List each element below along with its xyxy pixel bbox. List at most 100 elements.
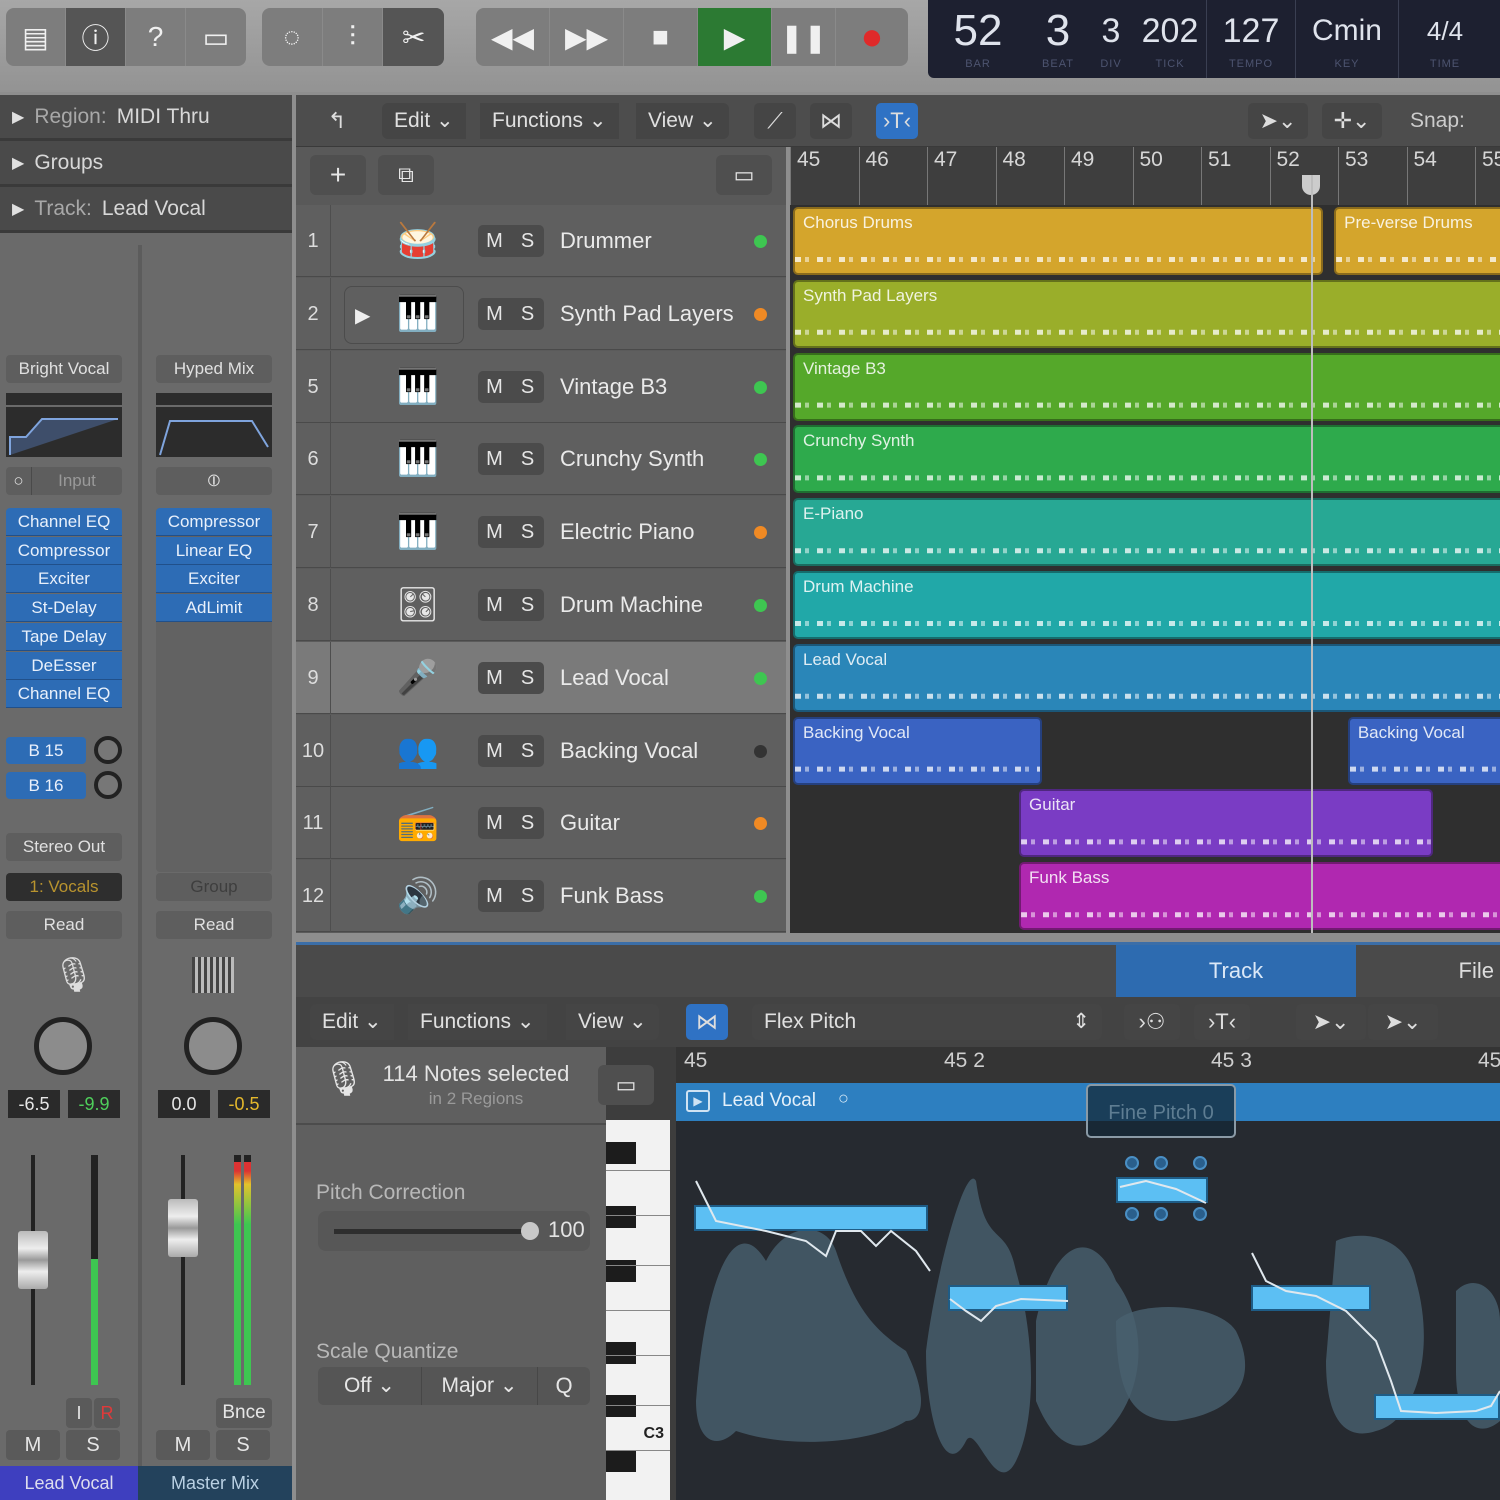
input-monitor-button[interactable]: I [66,1398,92,1428]
track-solo-button[interactable]: S [511,880,544,912]
inspector-button[interactable]: ⓘ [66,8,126,66]
pointer-tool-icon[interactable]: ➤⌄ [1248,103,1308,139]
pitch-handle[interactable] [1193,1207,1207,1221]
plugin-slot[interactable]: AdLimit [156,594,272,623]
plugin-slot[interactable]: Linear EQ [156,536,272,565]
mute-button[interactable]: M [6,1430,60,1460]
pan-knob[interactable] [34,1017,92,1075]
track-solo-button[interactable]: S [511,298,544,330]
track-mute-button[interactable]: M [478,735,511,767]
send-2[interactable]: B 16 [6,772,86,799]
flex-icon[interactable]: ⋈ [810,103,852,139]
region[interactable]: Pre-verse Drums [1334,207,1500,275]
flex-toggle-icon[interactable]: ⋈ [686,1004,728,1040]
track-mute-button[interactable]: M [478,371,511,403]
editors-button[interactable]: ✂ [383,8,444,66]
catch-playhead-icon[interactable]: ›T‹ [876,103,918,139]
pitch-handle[interactable] [1154,1207,1168,1221]
fast-forward-button[interactable]: ▶▶ [550,8,624,66]
track-mute-button[interactable]: M [478,225,511,257]
stop-button[interactable]: ■ [624,8,698,66]
track-inspector-header[interactable]: ▶ Track: Lead Vocal [0,187,292,233]
setting-button[interactable]: Bright Vocal [6,355,122,383]
rewind-button[interactable]: ◀◀ [476,8,550,66]
groups-header[interactable]: ▶ Groups [0,141,292,187]
flex-mode-select[interactable]: Flex Pitch ⇕ [752,1004,1102,1040]
bounce-button[interactable]: Bnce [216,1398,272,1428]
track-name[interactable]: Vintage B3 [560,351,667,423]
region[interactable]: Crunchy Synth [793,425,1500,494]
track-mute-button[interactable]: M [478,589,511,621]
smart-controls-button[interactable]: ◌ [262,8,323,66]
plugin-slot[interactable]: St-Delay [6,594,122,623]
group-slot[interactable]: 1: Vocals [6,873,122,901]
eq-thumbnail[interactable] [156,407,272,457]
editor-edit-menu[interactable]: Edit ⌄ [310,1004,394,1040]
region[interactable]: Guitar [1019,789,1433,858]
plugin-slot[interactable]: Compressor [6,536,122,565]
slider-thumb[interactable] [521,1222,539,1240]
timeline-ruler[interactable]: 45 46 47 48 49 50 51 52 53 54 55 [790,147,1500,205]
automation-icon[interactable]: ⟋ [754,103,796,139]
volume-value[interactable]: 0.0 [158,1090,210,1118]
track-header[interactable]: 8 🎛 MS Drum Machine [296,569,786,641]
black-key[interactable] [606,1142,636,1164]
track-name[interactable]: Lead Vocal [560,642,669,714]
editor-view-menu[interactable]: View ⌄ [566,1004,659,1040]
output-slot[interactable]: Stereo Out [6,833,122,861]
mixer-button[interactable]: ⫶ [323,8,384,66]
midi-in-icon[interactable]: ›⚇ [1124,1004,1180,1040]
library-button[interactable]: ▤ [6,8,66,66]
track-header[interactable]: 2 🎹 MS Synth Pad Layers ▶ [296,277,786,350]
track-header[interactable]: 1 🥁 MS Drummer [296,205,786,277]
edit-menu[interactable]: Edit ⌄ [382,103,466,139]
plugin-slot[interactable]: Exciter [156,565,272,594]
volume-value[interactable]: -6.5 [8,1090,60,1118]
track-mute-button[interactable]: M [478,807,511,839]
black-key[interactable] [606,1342,636,1364]
plugin-slot[interactable]: Exciter [6,565,122,594]
plugin-slot[interactable]: Channel EQ [6,508,122,536]
back-icon[interactable]: ↰ [316,103,358,139]
black-key[interactable] [606,1395,636,1417]
track-header[interactable]: 11 📻 MS Guitar [296,787,786,860]
track-mute-button[interactable]: M [478,298,511,330]
tab-track[interactable]: Track [1116,945,1356,997]
local-inspector-toggle[interactable]: ▭ [598,1065,654,1105]
track-name[interactable]: Drummer [560,205,652,277]
track-mute-button[interactable]: M [478,516,511,548]
track-stack-disclosure-icon[interactable]: ▶ [344,285,464,344]
region[interactable]: Lead Vocal [793,643,1500,712]
track-name[interactable]: Backing Vocal [560,715,698,787]
region[interactable]: Funk Bass [1019,862,1500,931]
track-name[interactable]: Electric Piano [560,496,695,568]
volume-fader-handle[interactable] [18,1231,48,1289]
setting-button[interactable]: Hyped Mix [156,355,272,383]
track-header[interactable]: 6 🎹 MS Crunchy Synth [296,423,786,496]
functions-menu[interactable]: Functions ⌄ [480,103,619,139]
solo-button[interactable]: S [216,1430,270,1460]
global-tracks-button[interactable]: ▭ [716,155,772,195]
region[interactable]: E-Piano [793,498,1500,567]
pan-knob[interactable] [184,1017,242,1075]
crosshair-tool-icon[interactable]: ✛⌄ [1322,103,1382,139]
duplicate-track-button[interactable]: ⧉ [378,155,434,195]
stereo-link-icon[interactable]: ⦶ [156,467,272,495]
region[interactable]: Chorus Drums [793,207,1324,275]
track-solo-button[interactable]: S [511,443,544,475]
automation-mode[interactable]: Read [6,911,122,939]
automation-mode[interactable]: Read [156,911,272,939]
track-mute-button[interactable]: M [478,880,511,912]
quick-help-button[interactable]: ? [126,8,186,66]
scale-type-select[interactable]: Major ⌄ [422,1367,538,1405]
track-name[interactable]: Crunchy Synth [560,423,704,495]
track-solo-button[interactable]: S [511,662,544,694]
catch-icon[interactable]: ›T‹ [1194,1004,1250,1040]
send-2-knob[interactable] [94,771,122,799]
volume-fader-track[interactable] [181,1155,185,1385]
region[interactable]: Synth Pad Layers [793,279,1500,348]
plugin-slot[interactable]: Compressor [156,508,272,536]
add-track-button[interactable]: + [310,155,366,195]
pitch-handle[interactable] [1125,1207,1139,1221]
toolbar-button[interactable]: ▭ [186,8,246,66]
